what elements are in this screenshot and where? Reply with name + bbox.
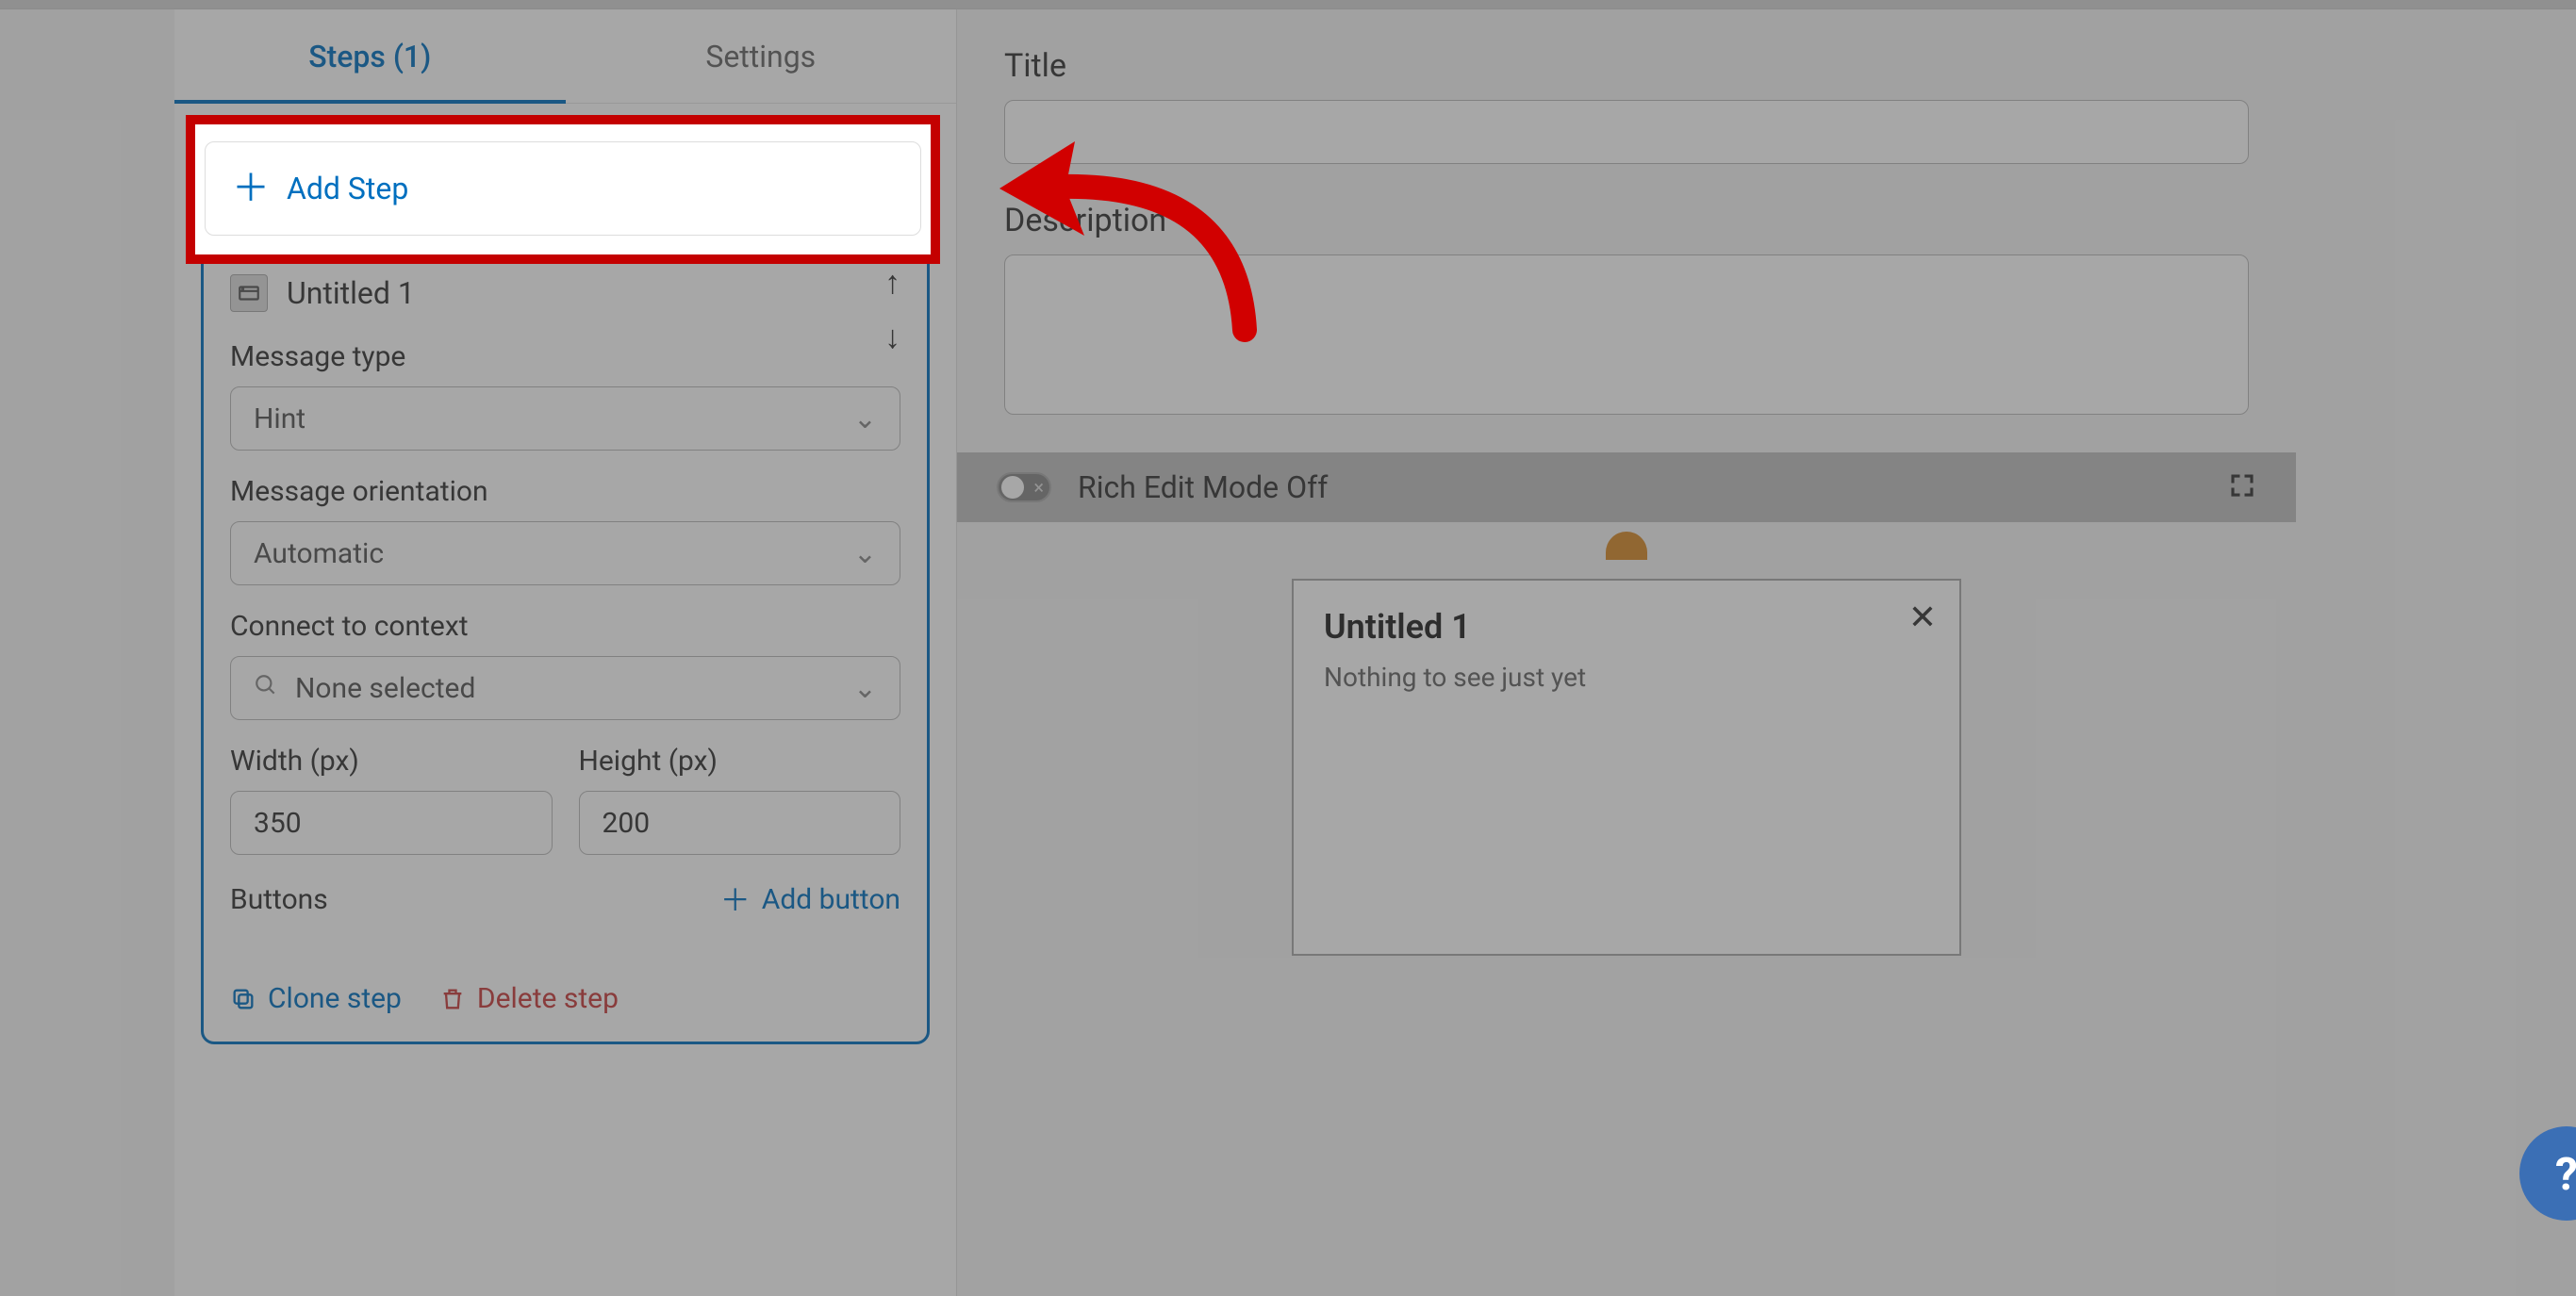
step-type-icon xyxy=(230,274,268,312)
description-label: Description xyxy=(1004,202,2249,239)
rich-edit-bar: × Rich Edit Mode Off xyxy=(957,452,2296,522)
context-select[interactable]: None selected ⌄ xyxy=(230,656,900,720)
tab-settings[interactable]: Settings xyxy=(566,9,957,103)
tabs: Steps (1) Settings xyxy=(174,9,956,104)
tab-steps[interactable]: Steps (1) xyxy=(174,9,566,103)
width-input[interactable] xyxy=(230,791,553,855)
add-step-button-spotlight[interactable]: ＋ Add Step xyxy=(205,141,921,236)
chevron-down-icon: ⌄ xyxy=(853,672,877,705)
height-label: Height (px) xyxy=(579,745,901,778)
plus-icon: ＋ xyxy=(232,170,270,207)
app-window: Steps (1) Settings ＋ Add Step Untitled 1 xyxy=(0,0,2576,1296)
step-title: Untitled 1 xyxy=(287,275,415,311)
left-gutter xyxy=(0,9,174,1296)
popup-body: Nothing to see just yet xyxy=(1324,662,1929,693)
top-bar xyxy=(0,0,2576,9)
title-input[interactable] xyxy=(1004,100,2249,164)
title-label: Title xyxy=(1004,47,2249,85)
step-card: Untitled 1 ↑ ↓ Message type Hint ⌄ xyxy=(201,245,930,1044)
plus-icon: ＋ xyxy=(720,885,751,915)
message-type-label: Message type xyxy=(230,340,900,373)
add-step-label-spotlight: Add Step xyxy=(287,171,408,206)
step-header: Untitled 1 ↑ ↓ xyxy=(230,274,900,312)
chevron-down-icon: ⌄ xyxy=(853,402,877,435)
chevron-down-icon: ⌄ xyxy=(853,537,877,570)
preview-pin-icon xyxy=(1606,532,1647,560)
close-icon: × xyxy=(1033,476,1044,499)
move-down-button[interactable]: ↓ xyxy=(884,321,900,353)
description-input[interactable] xyxy=(1004,254,2249,415)
reorder-arrows: ↑ ↓ xyxy=(884,267,900,353)
buttons-label: Buttons xyxy=(230,883,328,916)
content-panel: Title Description × Rich Edit Mode Off ✕… xyxy=(957,9,2296,1296)
rich-edit-label: Rich Edit Mode Off xyxy=(1078,469,1328,505)
clone-step-link[interactable]: Clone step xyxy=(230,982,402,1015)
rich-edit-toggle[interactable]: × xyxy=(997,472,1051,502)
popup-title: Untitled 1 xyxy=(1324,607,1929,647)
message-type-select[interactable]: Hint ⌄ xyxy=(230,386,900,451)
context-label: Connect to context xyxy=(230,610,900,643)
delete-step-link[interactable]: Delete step xyxy=(439,982,619,1015)
move-up-button[interactable]: ↑ xyxy=(884,267,900,299)
preview-area: ✕ Untitled 1 Nothing to see just yet xyxy=(1004,522,2249,956)
copy-icon xyxy=(230,986,256,1012)
tutorial-spotlight: ＋ Add Step xyxy=(186,115,940,264)
trash-icon xyxy=(439,986,466,1012)
add-button-link[interactable]: ＋ Add button xyxy=(720,883,900,916)
orientation-select[interactable]: Automatic ⌄ xyxy=(230,521,900,585)
search-icon xyxy=(254,672,278,705)
right-gutter xyxy=(2296,9,2576,1296)
preview-popup: ✕ Untitled 1 Nothing to see just yet xyxy=(1292,579,1961,956)
expand-icon[interactable] xyxy=(2228,471,2256,503)
orientation-label: Message orientation xyxy=(230,475,900,508)
close-icon[interactable]: ✕ xyxy=(1908,598,1937,637)
height-input[interactable] xyxy=(579,791,901,855)
width-label: Width (px) xyxy=(230,745,553,778)
